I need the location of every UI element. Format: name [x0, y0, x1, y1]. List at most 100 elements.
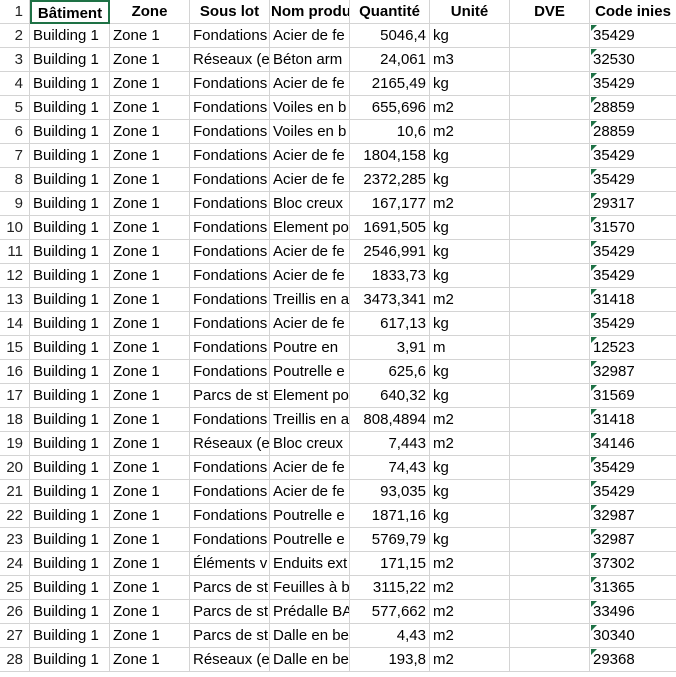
cell-nom-produit[interactable]: Acier de fe	[270, 168, 350, 192]
cell-dve[interactable]	[510, 144, 590, 168]
cell-batiment[interactable]: Building 1	[30, 72, 110, 96]
cell-sous-lot[interactable]: Réseaux (e	[190, 48, 270, 72]
cell-nom-produit[interactable]: Acier de fe	[270, 456, 350, 480]
cell-unite[interactable]: kg	[430, 528, 510, 552]
cell-nom-produit[interactable]: Acier de fe	[270, 240, 350, 264]
cell-unite[interactable]: kg	[430, 72, 510, 96]
cell-sous-lot[interactable]: Parcs de st	[190, 600, 270, 624]
cell-dve[interactable]	[510, 552, 590, 576]
cell-zone[interactable]: Zone 1	[110, 648, 190, 672]
cell-sous-lot[interactable]: Éléments v	[190, 552, 270, 576]
cell-sous-lot[interactable]: Fondations	[190, 192, 270, 216]
cell-sous-lot[interactable]: Parcs de st	[190, 576, 270, 600]
cell-dve[interactable]	[510, 384, 590, 408]
cell-batiment[interactable]: Building 1	[30, 192, 110, 216]
cell-dve[interactable]	[510, 600, 590, 624]
cell-nom-produit[interactable]: Bloc creux	[270, 432, 350, 456]
cell-batiment[interactable]: Building 1	[30, 264, 110, 288]
cell-zone[interactable]: Zone 1	[110, 360, 190, 384]
cell-zone[interactable]: Zone 1	[110, 192, 190, 216]
cell-zone[interactable]: Zone 1	[110, 576, 190, 600]
cell-unite[interactable]: kg	[430, 168, 510, 192]
cell-dve[interactable]	[510, 648, 590, 672]
row-header[interactable]: 15	[0, 336, 30, 360]
cell-quantite[interactable]: 1871,16	[350, 504, 430, 528]
cell-code-inies[interactable]: 35429	[590, 24, 676, 48]
cell-nom-produit[interactable]: Acier de fe	[270, 480, 350, 504]
row-header[interactable]: 8	[0, 168, 30, 192]
cell-batiment[interactable]: Building 1	[30, 168, 110, 192]
cell-unite[interactable]: m2	[430, 432, 510, 456]
cell-unite[interactable]: kg	[430, 240, 510, 264]
cell-zone[interactable]: Zone 1	[110, 24, 190, 48]
cell-unite[interactable]: m2	[430, 600, 510, 624]
cell-unite[interactable]: m2	[430, 576, 510, 600]
cell-code-inies[interactable]: 32987	[590, 360, 676, 384]
spreadsheet-grid[interactable]: 1 Bâtiment Zone Sous lot Nom produi Quantité U…	[0, 0, 676, 677]
cell-code-inies[interactable]: 37302	[590, 552, 676, 576]
row-header[interactable]: 21	[0, 480, 30, 504]
cell-quantite[interactable]: 3,91	[350, 336, 430, 360]
cell-dve[interactable]	[510, 24, 590, 48]
cell-zone[interactable]: Zone 1	[110, 384, 190, 408]
row-header[interactable]: 14	[0, 312, 30, 336]
cell-nom-produit[interactable]: Poutrelle e	[270, 360, 350, 384]
cell-zone[interactable]: Zone 1	[110, 72, 190, 96]
row-header[interactable]: 11	[0, 240, 30, 264]
cell-code-inies[interactable]: 32987	[590, 504, 676, 528]
cell-dve[interactable]	[510, 456, 590, 480]
cell-sous-lot[interactable]: Fondations	[190, 312, 270, 336]
cell-code-inies[interactable]: 32987	[590, 528, 676, 552]
cell-sous-lot[interactable]: Fondations	[190, 408, 270, 432]
row-header[interactable]: 18	[0, 408, 30, 432]
cell-batiment[interactable]: Building 1	[30, 96, 110, 120]
row-header[interactable]: 22	[0, 504, 30, 528]
row-header[interactable]: 10	[0, 216, 30, 240]
cell-quantite[interactable]: 625,6	[350, 360, 430, 384]
cell-unite[interactable]: kg	[430, 312, 510, 336]
cell-dve[interactable]	[510, 336, 590, 360]
column-header-code-inies[interactable]: Code inies	[590, 0, 676, 24]
cell-dve[interactable]	[510, 528, 590, 552]
cell-code-inies[interactable]: 31418	[590, 288, 676, 312]
cell-nom-produit[interactable]: Acier de fe	[270, 24, 350, 48]
row-header[interactable]: 27	[0, 624, 30, 648]
cell-batiment[interactable]: Building 1	[30, 480, 110, 504]
cell-quantite[interactable]: 1833,73	[350, 264, 430, 288]
cell-code-inies[interactable]: 35429	[590, 240, 676, 264]
cell-batiment[interactable]: Building 1	[30, 504, 110, 528]
cell-sous-lot[interactable]: Fondations	[190, 264, 270, 288]
cell-quantite[interactable]: 93,035	[350, 480, 430, 504]
cell-sous-lot[interactable]: Fondations	[190, 72, 270, 96]
row-header[interactable]: 12	[0, 264, 30, 288]
cell-unite[interactable]: m2	[430, 120, 510, 144]
cell-sous-lot[interactable]: Fondations	[190, 240, 270, 264]
cell-quantite[interactable]: 2165,49	[350, 72, 430, 96]
row-header[interactable]: 28	[0, 648, 30, 672]
cell-quantite[interactable]: 1691,505	[350, 216, 430, 240]
cell-quantite[interactable]: 5769,79	[350, 528, 430, 552]
cell-batiment[interactable]: Building 1	[30, 648, 110, 672]
row-header[interactable]: 2	[0, 24, 30, 48]
cell-dve[interactable]	[510, 72, 590, 96]
cell-batiment[interactable]: Building 1	[30, 360, 110, 384]
cell-batiment[interactable]: Building 1	[30, 216, 110, 240]
cell-zone[interactable]: Zone 1	[110, 480, 190, 504]
cell-zone[interactable]: Zone 1	[110, 408, 190, 432]
cell-quantite[interactable]: 24,061	[350, 48, 430, 72]
cell-batiment[interactable]: Building 1	[30, 624, 110, 648]
cell-quantite[interactable]: 193,8	[350, 648, 430, 672]
cell-dve[interactable]	[510, 192, 590, 216]
cell-dve[interactable]	[510, 312, 590, 336]
cell-dve[interactable]	[510, 216, 590, 240]
cell-code-inies[interactable]: 35429	[590, 456, 676, 480]
row-header[interactable]: 5	[0, 96, 30, 120]
row-header[interactable]: 4	[0, 72, 30, 96]
cell-batiment[interactable]: Building 1	[30, 120, 110, 144]
cell-nom-produit[interactable]: Bloc creux	[270, 192, 350, 216]
cell-code-inies[interactable]: 33496	[590, 600, 676, 624]
cell-nom-produit[interactable]: Acier de fe	[270, 72, 350, 96]
cell-quantite[interactable]: 167,177	[350, 192, 430, 216]
cell-unite[interactable]: m2	[430, 552, 510, 576]
cell-nom-produit[interactable]: Acier de fe	[270, 264, 350, 288]
